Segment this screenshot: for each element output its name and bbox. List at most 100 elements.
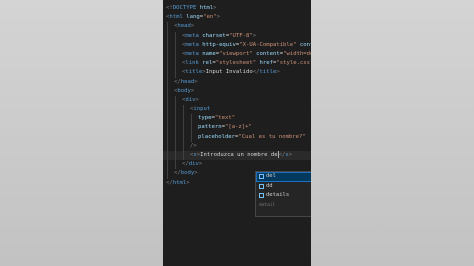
code-line[interactable]: <link rel="stylesheet" href="style.css"> [166, 59, 311, 69]
code-token: meta [185, 41, 199, 48]
code-token: div [188, 161, 199, 168]
code-token: > [195, 96, 199, 103]
code-token: </ [182, 161, 189, 168]
code-token: html [172, 179, 187, 186]
code-line[interactable]: <head> [166, 22, 311, 32]
code-token: type [198, 115, 212, 122]
code-line[interactable]: <meta http-equiv="X-UA-Compatible" conte… [166, 40, 311, 50]
code-token: html [196, 5, 214, 11]
code-token: meta [185, 50, 199, 57]
indent-guide [175, 49, 176, 60]
indent-guide [167, 160, 168, 170]
suggestion-label: details [266, 192, 290, 198]
indent-guide [175, 95, 176, 106]
code-line[interactable]: <s>Introduzca un nombre de</s> [163, 151, 311, 161]
code-line[interactable]: <title>Input Invalido</title> [166, 68, 311, 78]
code-token: "UTF-8" [229, 32, 253, 39]
code-token: name [198, 50, 216, 57]
indent-guide [191, 123, 192, 133]
suggestion-item[interactable]: dd [256, 182, 311, 192]
code-line[interactable]: placeholder="Cual es tu nombre?" [166, 132, 311, 142]
code-token: rel [198, 60, 213, 67]
code-line[interactable]: </div> [166, 160, 311, 170]
indent-guide [167, 22, 168, 32]
code-token: link [185, 60, 199, 67]
code-line[interactable]: pattern="[a-z]+" [166, 123, 311, 133]
code-line[interactable]: <div> [166, 95, 311, 106]
indent-guide [167, 123, 168, 133]
code-line[interactable]: <body> [166, 86, 311, 96]
code-token: body [177, 87, 191, 94]
indent-guide [167, 59, 168, 69]
code-token: "stylesheet" [215, 60, 257, 67]
code-token: /> [190, 142, 197, 149]
snippet-icon [259, 174, 264, 180]
code-line[interactable]: <meta name="viewport" content="width=dev… [166, 49, 311, 60]
code-line[interactable]: <html lang="en"> [166, 13, 311, 22]
indent-guide [175, 160, 176, 170]
indent-guide [175, 40, 176, 50]
indent-guide [167, 31, 168, 41]
suggestion-widget[interactable]: del dd details detail [255, 171, 311, 217]
code-token: "en" [203, 14, 217, 21]
suggestion-item[interactable]: del [256, 172, 311, 182]
code-token: > [213, 5, 217, 11]
indent-guide [167, 86, 168, 96]
code-line[interactable]: <meta charset="UTF-8"> [166, 31, 311, 41]
suggestion-label: dd [266, 182, 273, 189]
code-token: > [194, 78, 198, 85]
code-token: > [288, 152, 293, 158]
indent-guide [167, 105, 168, 115]
code-token: input [193, 106, 211, 113]
code-token: "X-UA-Compatible" [239, 41, 297, 48]
suggestion-item[interactable]: details [256, 191, 311, 201]
indent-guide [167, 49, 168, 60]
code-token: </ [252, 69, 260, 76]
left-blurred-backdrop [0, 0, 163, 266]
indent-guide [175, 132, 176, 142]
indent-guide [175, 114, 176, 124]
code-token: > [216, 14, 220, 21]
indent-guide [191, 114, 192, 124]
code-token: html [169, 14, 183, 21]
indent-guide [167, 114, 168, 124]
code-token: "style.css" [276, 60, 311, 67]
code-token: pattern [198, 124, 222, 131]
indent-guide [183, 105, 184, 115]
code-token: > [198, 161, 203, 168]
code-token: </ [166, 179, 173, 186]
code-lines[interactable]: <!DOCTYPE html> <html lang="en"> <head> <me… [163, 4, 311, 188]
indent-guide [167, 77, 168, 87]
code-editor[interactable]: <!DOCTYPE html> <html lang="en"> <head> <me… [163, 0, 311, 266]
code-token: "Cual es tu nombre?" [238, 133, 306, 140]
indent-guide [183, 114, 184, 124]
snippet-icon [259, 183, 264, 189]
code-line[interactable]: </head> [166, 77, 311, 87]
code-token: Introduzca un nombre de [200, 152, 278, 158]
code-token: Input Invalido [205, 69, 253, 76]
indent-guide [183, 132, 184, 142]
indent-guide [175, 68, 176, 78]
indent-guide [167, 132, 168, 142]
code-token: > [194, 170, 198, 177]
indent-guide [175, 31, 176, 41]
code-line[interactable]: type="text" [166, 114, 311, 124]
code-token: <! [166, 5, 173, 11]
code-line[interactable]: /> [166, 141, 311, 151]
indent-guide [175, 151, 176, 161]
code-token: > [252, 32, 257, 39]
code-token: </ [174, 170, 181, 177]
indent-guide [175, 59, 176, 69]
code-token: head [177, 23, 191, 30]
code-token: charset [198, 32, 226, 39]
indent-guide [183, 141, 184, 151]
indent-guide [167, 151, 168, 161]
indent-guide [183, 123, 184, 133]
code-token: > [190, 23, 195, 30]
code-line[interactable]: <!DOCTYPE html> [166, 4, 311, 13]
indent-guide [175, 123, 176, 133]
code-line[interactable]: <input [166, 105, 311, 115]
indent-guide [175, 105, 176, 115]
code-token: title [185, 69, 203, 76]
code-token: meta [185, 32, 199, 39]
